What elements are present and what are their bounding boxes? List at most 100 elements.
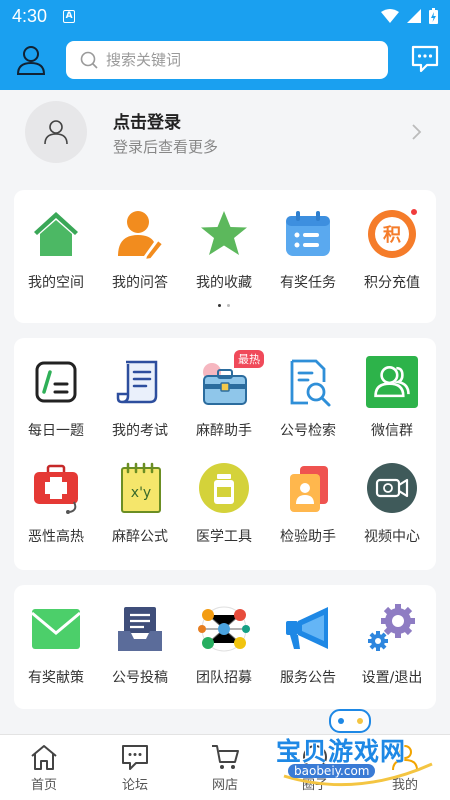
exam-scroll-icon — [114, 356, 166, 408]
grid-item-anesthesia-assistant[interactable]: 最热 麻醉助手 — [182, 350, 266, 440]
grid-item-suggestions[interactable]: 有奖献策 — [14, 603, 98, 687]
grid-label: 团队招募 — [196, 670, 252, 686]
nav-label: 论坛 — [121, 778, 148, 793]
grid-label: 我的考试 — [112, 423, 168, 439]
page-indicator — [218, 304, 230, 307]
watermark-title: 宝贝游戏网 — [276, 737, 407, 766]
grid-item-wechat-group[interactable]: 微信群 — [350, 356, 434, 440]
status-bar: 4:30 A — [0, 0, 450, 32]
notification-dot — [410, 208, 418, 216]
star-icon — [198, 208, 250, 260]
grid-label: 公号检索 — [280, 423, 336, 439]
grid-label: 微信群 — [371, 423, 413, 439]
login-subtitle: 登录后查看更多 — [113, 138, 219, 156]
login-panel[interactable]: 点击登录 登录后查看更多 — [0, 90, 450, 174]
top-bar — [0, 32, 450, 90]
settings-gears-icon — [366, 603, 418, 655]
home-icon — [30, 208, 82, 260]
cart-icon — [212, 745, 239, 769]
grid-item-account-search[interactable]: 公号检索 — [266, 356, 350, 440]
nav-label: 网店 — [211, 778, 238, 793]
team-network-icon — [198, 603, 250, 655]
formula-icon-text: x'y — [131, 485, 151, 501]
chat-bubble-icon — [122, 745, 148, 770]
grid-label: 视频中心 — [364, 529, 420, 545]
wifi-icon — [381, 9, 399, 23]
formula-notebook-icon: x'y — [114, 462, 166, 514]
user-edit-icon — [114, 208, 166, 260]
points-icon: 积 — [366, 208, 418, 260]
grid-label: 我的空间 — [28, 275, 84, 291]
grid-item-my-favorites[interactable]: 我的收藏 — [182, 208, 266, 292]
nav-item-forum[interactable]: 论坛 — [105, 743, 165, 793]
video-camera-icon — [366, 462, 418, 514]
grid-item-medical-tools[interactable]: 医学工具 — [182, 462, 266, 546]
grid-label: 服务公告 — [280, 670, 336, 686]
grid-label: 检验助手 — [280, 529, 336, 545]
status-time: 4:30 — [12, 5, 48, 26]
grid-label: 医学工具 — [196, 529, 252, 545]
user-profile-icon[interactable] — [16, 45, 46, 75]
message-icon[interactable] — [410, 44, 440, 74]
grid-item-video-center[interactable]: 视频中心 — [350, 462, 434, 546]
watermark-url: baobeiy.com — [288, 764, 376, 778]
grid-item-anesthesia-formula[interactable]: x'y 麻醉公式 — [98, 462, 182, 546]
page-dot — [227, 304, 230, 307]
login-title[interactable]: 点击登录 — [113, 108, 181, 133]
document-search-icon — [282, 356, 334, 408]
quick-actions-card: 我的空间 我的问答 我的收藏 有奖任务 积 积分充值 — [14, 190, 436, 323]
search-input[interactable] — [106, 51, 356, 69]
notification-a-icon: A — [63, 9, 76, 23]
calendar-task-icon — [282, 208, 334, 260]
grid-item-my-qa[interactable]: 我的问答 — [98, 208, 182, 292]
toolbox-icon: 最热 — [198, 350, 264, 408]
grid-item-submission[interactable]: 公号投稿 — [98, 603, 182, 687]
search-bar[interactable] — [66, 41, 388, 79]
grid-item-service-notice[interactable]: 服务公告 — [266, 603, 350, 687]
grid-label: 每日一题 — [28, 423, 84, 439]
grid-item-reward-tasks[interactable]: 有奖任务 — [266, 208, 350, 292]
user-icon — [44, 120, 68, 145]
chevron-right-icon[interactable] — [408, 122, 424, 142]
search-icon — [80, 51, 98, 69]
more-card: 有奖献策 公号投稿 团队招募 服务公告 设置/退出 — [14, 585, 436, 709]
grid-label: 恶性高热 — [28, 529, 84, 545]
hot-badge: 最热 — [234, 350, 264, 368]
grid-label: 麻醉助手 — [196, 423, 252, 439]
points-icon-text: 积 — [383, 225, 401, 246]
watermark: 宝贝游戏网 baobeiy.com — [276, 706, 436, 788]
nav-label: 首页 — [30, 778, 57, 793]
inbox-tray-icon — [114, 603, 166, 655]
grid-label: 公号投稿 — [112, 670, 168, 686]
grid-label: 设置/退出 — [361, 670, 423, 686]
battery-icon — [429, 8, 438, 24]
grid-label: 有奖献策 — [28, 670, 84, 686]
page-dot-active — [218, 304, 221, 307]
grid-label: 我的问答 — [112, 275, 168, 291]
grid-item-points-recharge[interactable]: 积 积分充值 — [350, 208, 434, 292]
home-outline-icon — [31, 745, 57, 770]
wechat-group-icon — [366, 356, 418, 408]
nav-item-home[interactable]: 首页 — [14, 743, 74, 793]
grid-label: 积分充值 — [364, 275, 420, 291]
grid-item-settings-logout[interactable]: 设置/退出 — [350, 603, 434, 687]
lab-report-icon — [282, 462, 334, 514]
grid-item-daily-question[interactable]: 每日一题 — [14, 356, 98, 440]
grid-item-my-exam[interactable]: 我的考试 — [98, 356, 182, 440]
tools-card: 每日一题 我的考试 最热 麻醉助手 公号检索 微信群 恶性高热 x'y 麻醉公式… — [14, 338, 436, 570]
grid-item-team-recruit[interactable]: 团队招募 — [182, 603, 266, 687]
grid-item-my-space[interactable]: 我的空间 — [14, 208, 98, 292]
medicine-bottle-icon — [198, 462, 250, 514]
mail-icon — [30, 603, 82, 655]
grid-label: 有奖任务 — [280, 275, 336, 291]
nav-item-shop[interactable]: 网店 — [195, 743, 255, 793]
grid-item-lab-assistant[interactable]: 检验助手 — [266, 462, 350, 546]
medical-kit-icon — [30, 462, 82, 514]
signal-icon — [407, 9, 421, 23]
grid-label: 我的收藏 — [196, 275, 252, 291]
megaphone-icon — [282, 603, 334, 655]
daily-question-icon — [30, 356, 82, 408]
grid-item-malignant-hyperthermia[interactable]: 恶性高热 — [14, 462, 98, 546]
grid-label: 麻醉公式 — [112, 529, 168, 545]
avatar[interactable] — [25, 101, 87, 163]
